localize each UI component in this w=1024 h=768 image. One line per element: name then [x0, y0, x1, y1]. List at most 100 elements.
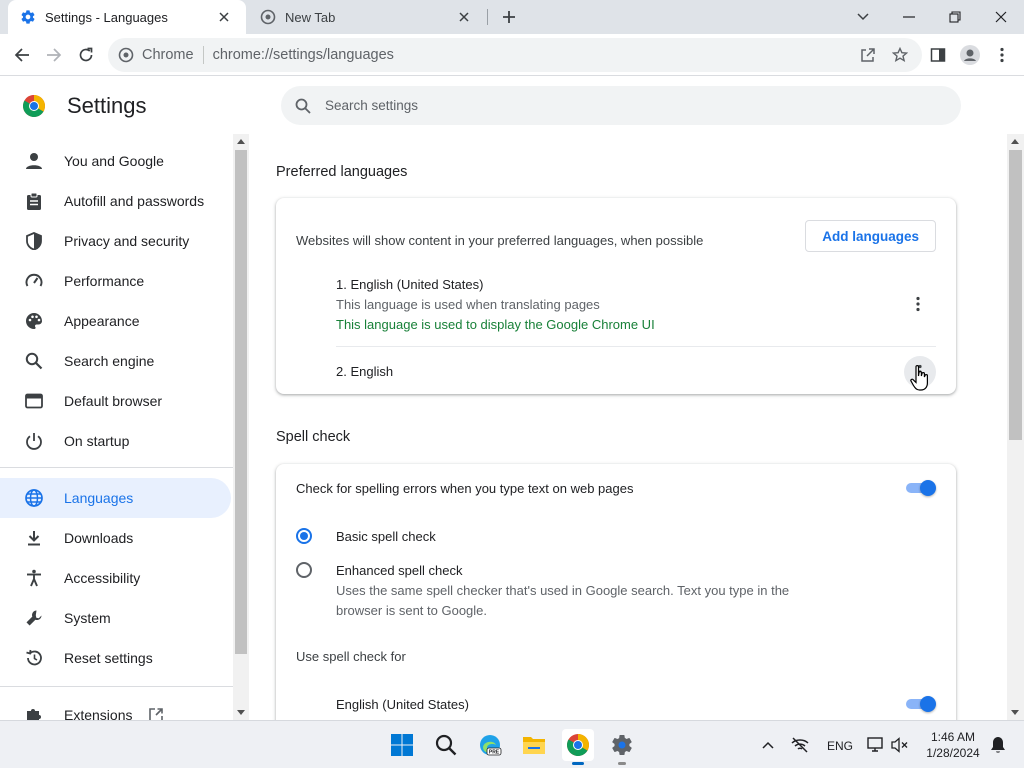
clock-date: 1/28/2024: [926, 746, 980, 760]
scroll-up-arrow[interactable]: [1011, 139, 1019, 144]
windows-start-button[interactable]: [386, 729, 418, 761]
sidebar-item-system[interactable]: System: [0, 598, 231, 638]
gear-icon: [20, 9, 36, 25]
tab-strip: Settings - Languages New Tab: [0, 0, 1024, 34]
avatar-icon: [960, 45, 980, 65]
settings-search[interactable]: [281, 86, 961, 125]
side-panel-button[interactable]: [926, 43, 950, 67]
clipboard-icon: [24, 191, 44, 211]
spell-language-toggle[interactable]: [904, 696, 936, 712]
scroll-down-arrow[interactable]: [1011, 710, 1019, 715]
spell-language-name: English (United States): [336, 697, 469, 712]
scrollbar-thumb[interactable]: [235, 150, 247, 654]
taskbar-file-explorer[interactable]: [518, 729, 550, 761]
spell-check-toggle[interactable]: [904, 480, 936, 496]
bookmark-star-icon[interactable]: [890, 45, 910, 65]
tray-chevron-up-icon[interactable]: [758, 735, 778, 755]
sidebar-item-on-startup[interactable]: On startup: [0, 421, 231, 461]
language-options-button[interactable]: [902, 288, 934, 320]
enhanced-spell-check-description: browser is sent to Google.: [336, 603, 488, 618]
back-button[interactable]: [10, 43, 34, 67]
system-clock[interactable]: 1:46 AM 1/28/2024: [920, 729, 986, 761]
svg-text:PRE: PRE: [489, 750, 500, 756]
scroll-up-arrow[interactable]: [237, 139, 245, 144]
sidebar-item-reset[interactable]: Reset settings: [0, 638, 231, 678]
site-chip: Chrome: [142, 47, 194, 63]
open-in-new-icon: [148, 707, 164, 720]
folder-icon: [523, 737, 545, 754]
sidebar-item-privacy[interactable]: Privacy and security: [0, 221, 231, 261]
search-icon: [294, 97, 312, 115]
search-input[interactable]: [325, 98, 925, 113]
share-icon[interactable]: [858, 45, 878, 65]
taskbar-chrome[interactable]: [562, 729, 594, 765]
input-language-indicator[interactable]: ENG: [827, 739, 853, 753]
omnibox-separator: [202, 46, 204, 64]
address-bar[interactable]: Chrome chrome://settings/languages: [108, 38, 922, 72]
spell-check-label: Check for spelling errors when you type …: [296, 481, 634, 496]
side-panel-icon: [930, 48, 946, 62]
sidebar-item-label: Default browser: [64, 393, 163, 409]
search-icon: [24, 351, 44, 371]
close-window-button[interactable]: [978, 0, 1024, 34]
settings-sidebar: You and Google Autofill and passwords Pr…: [0, 134, 233, 720]
scroll-down-arrow[interactable]: [237, 710, 245, 715]
sidebar-item-label: Appearance: [64, 313, 140, 329]
enhanced-spell-check-radio[interactable]: [296, 562, 312, 578]
tab-search-button[interactable]: [840, 0, 886, 34]
sidebar-item-label: Autofill and passwords: [64, 193, 205, 209]
close-tab-icon[interactable]: [454, 7, 474, 27]
forward-button[interactable]: [42, 43, 66, 67]
monitor-icon[interactable]: [866, 735, 886, 755]
speedometer-icon: [24, 271, 44, 291]
sidebar-item-autofill[interactable]: Autofill and passwords: [0, 181, 231, 221]
sidebar-item-performance[interactable]: Performance: [0, 261, 231, 301]
minimize-button[interactable]: [886, 0, 932, 34]
sidebar-scrollbar[interactable]: [233, 134, 249, 720]
sidebar-item-appearance[interactable]: Appearance: [0, 301, 231, 341]
sidebar-item-extensions[interactable]: Extensions: [0, 695, 231, 720]
gear-icon: [612, 735, 632, 756]
add-languages-button[interactable]: Add languages: [805, 220, 936, 252]
new-tab-button[interactable]: [498, 6, 520, 28]
edge-browser-icon: PRE: [480, 735, 502, 756]
palette-icon: [24, 311, 44, 331]
sidebar-item-label: Performance: [64, 273, 145, 289]
main-scrollbar[interactable]: [1007, 134, 1024, 720]
profile-button[interactable]: [958, 43, 982, 67]
notification-bell-icon[interactable]: [988, 735, 1008, 755]
volume-muted-icon[interactable]: [890, 735, 910, 755]
puzzle-icon: [24, 705, 44, 720]
tab-new-tab[interactable]: New Tab: [248, 0, 486, 34]
spell-check-card: Check for spelling errors when you type …: [276, 464, 956, 734]
menu-button[interactable]: [990, 43, 1014, 67]
tab-settings-languages[interactable]: Settings - Languages: [8, 0, 246, 34]
sidebar-item-accessibility[interactable]: Accessibility: [0, 558, 231, 598]
scrollbar-thumb[interactable]: [1009, 150, 1022, 440]
network-disconnected-icon[interactable]: [790, 735, 810, 755]
reload-button[interactable]: [74, 43, 98, 67]
language-name: 1. English (United States): [336, 277, 484, 292]
sidebar-item-you-and-google[interactable]: You and Google: [0, 141, 231, 181]
taskbar-edge-beta[interactable]: PRE: [474, 729, 506, 761]
sidebar-item-label: Search engine: [64, 353, 155, 369]
sidebar-item-label: System: [64, 610, 111, 626]
basic-spell-check-radio[interactable]: [296, 528, 312, 544]
taskbar-search-button[interactable]: [430, 729, 462, 761]
reload-icon: [79, 47, 93, 62]
language-ui-note: This language is used to display the Goo…: [336, 317, 655, 332]
power-icon: [24, 431, 44, 451]
sidebar-item-downloads[interactable]: Downloads: [0, 518, 231, 558]
sidebar-item-default-browser[interactable]: Default browser: [0, 381, 231, 421]
taskbar-settings[interactable]: [606, 729, 638, 765]
sidebar-item-label: Languages: [64, 490, 134, 506]
close-tab-icon[interactable]: [214, 7, 234, 27]
sidebar-item-label: Privacy and security: [64, 233, 190, 249]
sidebar-item-search-engine[interactable]: Search engine: [0, 341, 231, 381]
spell-check-heading: Spell check: [276, 429, 351, 445]
language-name: 2. English: [336, 364, 394, 379]
restore-button[interactable]: [932, 0, 978, 34]
clock-time: 1:46 AM: [930, 730, 976, 744]
sidebar-item-languages[interactable]: Languages: [0, 478, 231, 518]
accessibility-icon: [24, 568, 44, 588]
